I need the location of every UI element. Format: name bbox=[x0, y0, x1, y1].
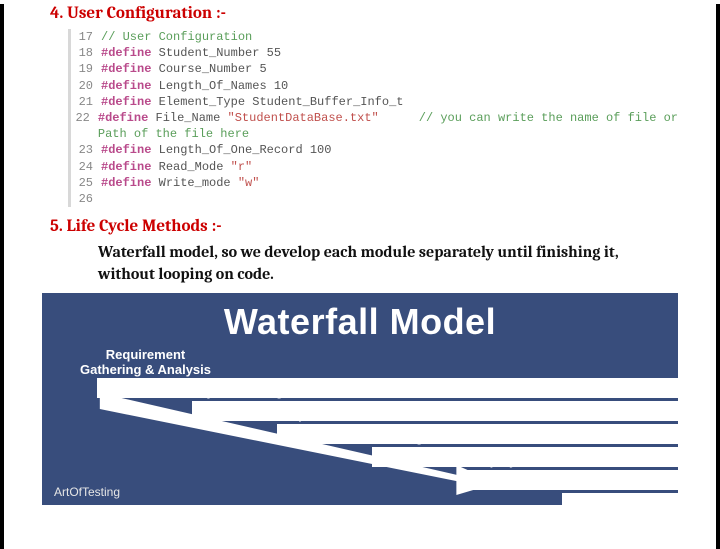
line-number: 23 bbox=[75, 142, 101, 158]
code-content: #define Length_Of_One_Record 100 bbox=[101, 142, 331, 158]
line-number: 17 bbox=[75, 29, 101, 45]
code-content: #define Length_Of_Names 10 bbox=[101, 78, 288, 94]
code-content: #define File_Name "StudentDataBase.txt"/… bbox=[98, 110, 708, 142]
code-content: #define Write_mode "w" bbox=[101, 175, 259, 191]
line-number: 21 bbox=[75, 94, 101, 110]
code-content: #define Course_Number 5 bbox=[101, 61, 267, 77]
code-line: 19#define Course_Number 5 bbox=[75, 61, 708, 77]
section-5-body: Waterfall model, so we develop each modu… bbox=[98, 242, 668, 285]
code-line: 24#define Read_Mode "r" bbox=[75, 159, 708, 175]
waterfall-figure: Waterfall Model RequirementGathering & A… bbox=[42, 293, 678, 505]
code-content: #define Student_Number 55 bbox=[101, 45, 281, 61]
code-content: #define Read_Mode "r" bbox=[101, 159, 252, 175]
line-number: 18 bbox=[75, 45, 101, 61]
section-4-heading: 4. User Configuration :- bbox=[50, 4, 708, 23]
code-line: 23#define Length_Of_One_Record 100 bbox=[75, 142, 708, 158]
code-line: 26 bbox=[75, 191, 708, 207]
code-block-user-config: 17// User Configuration18#define Student… bbox=[68, 29, 708, 207]
code-line: 21#define Element_Type Student_Buffer_In… bbox=[75, 94, 708, 110]
line-number: 25 bbox=[75, 175, 101, 191]
code-line: 17// User Configuration bbox=[75, 29, 708, 45]
code-content: #define Element_Type Student_Buffer_Info… bbox=[101, 94, 403, 110]
line-number: 19 bbox=[75, 61, 101, 77]
code-line: 18#define Student_Number 55 bbox=[75, 45, 708, 61]
line-number: 20 bbox=[75, 78, 101, 94]
code-content: // User Configuration bbox=[101, 29, 252, 45]
section-5-heading: 5. Life Cycle Methods :- bbox=[50, 217, 708, 236]
line-number: 24 bbox=[75, 159, 101, 175]
arrow-icon bbox=[42, 293, 678, 505]
code-line: 20#define Length_Of_Names 10 bbox=[75, 78, 708, 94]
code-line: 22#define File_Name "StudentDataBase.txt… bbox=[75, 110, 708, 142]
line-number: 22 bbox=[75, 110, 98, 142]
line-number: 26 bbox=[75, 191, 101, 207]
figure-watermark: ArtOfTesting bbox=[54, 485, 120, 499]
code-line: 25#define Write_mode "w" bbox=[75, 175, 708, 191]
